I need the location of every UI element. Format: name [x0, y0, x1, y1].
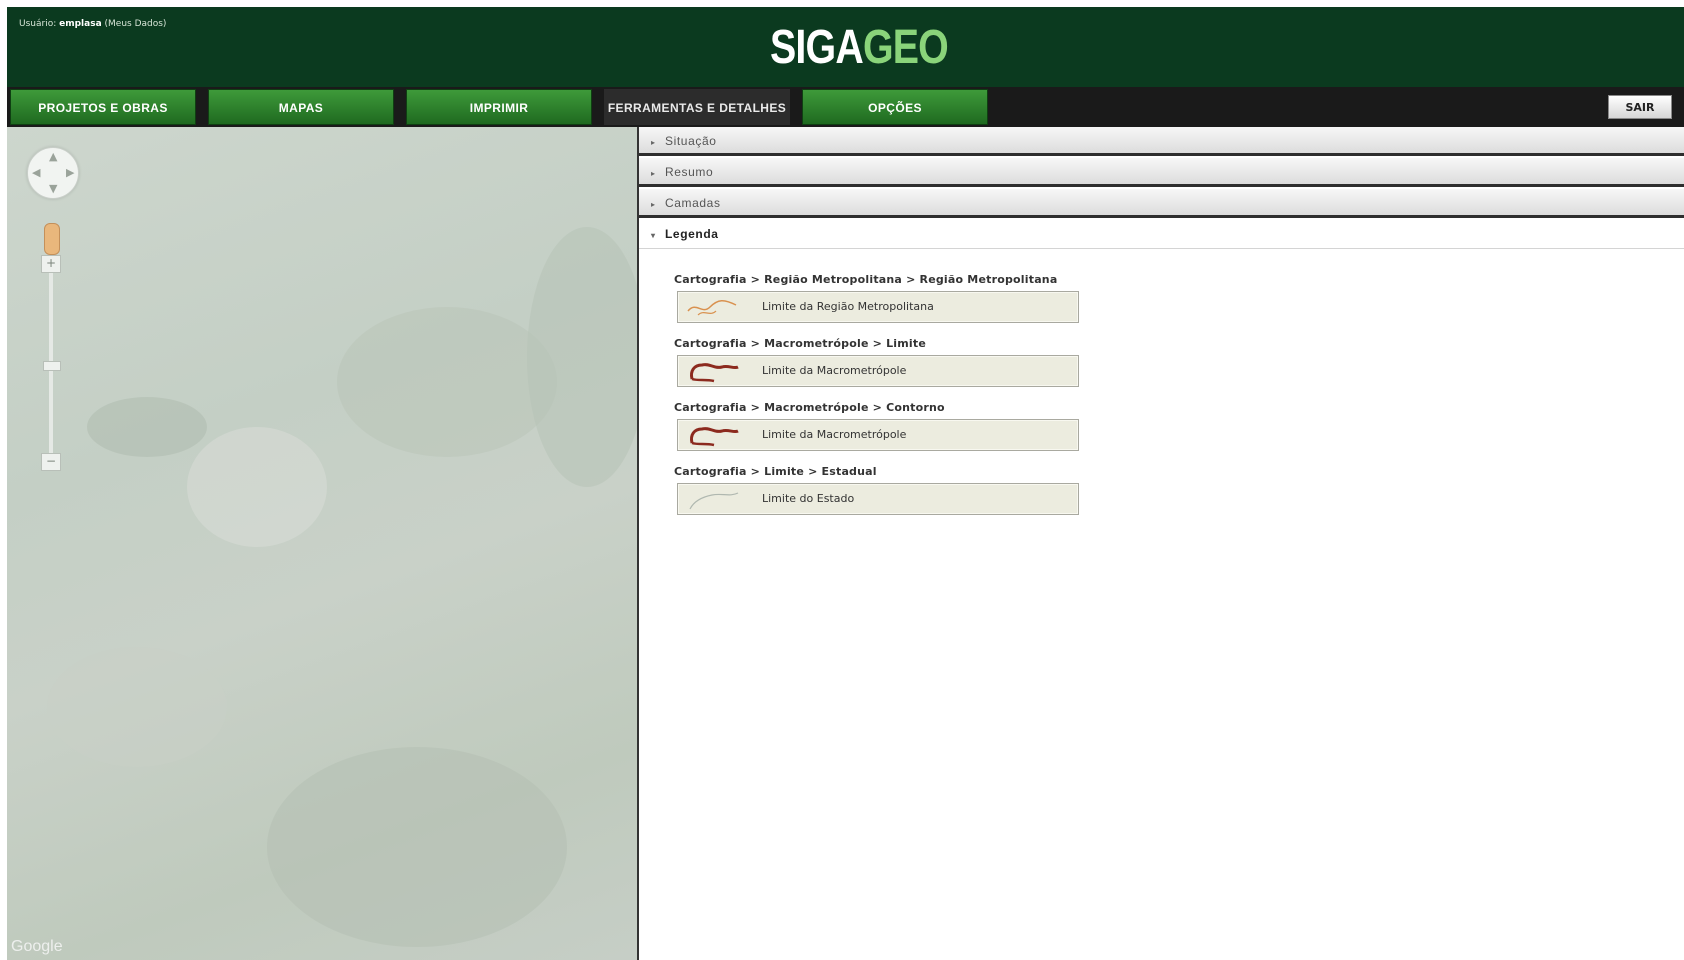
logo-part-geo: GEO	[862, 21, 949, 74]
map-view[interactable]: ▲ ▼ ◀ ▶ + − Google	[7, 127, 637, 960]
macro-contour-icon	[690, 427, 739, 447]
nav-imprimir[interactable]: IMPRIMIR	[406, 89, 592, 125]
section-legenda[interactable]: ▾ Legenda	[639, 220, 1684, 249]
section-label: Resumo	[665, 165, 714, 179]
legend-group-title: Cartografia > Macrometrópole > Contorno	[674, 401, 945, 414]
map-terrain-patch	[47, 647, 227, 767]
legend-label: Limite da Macrometrópole	[762, 428, 907, 441]
nav-projetos-obras[interactable]: PROJETOS E OBRAS	[10, 89, 196, 125]
nav-opcoes[interactable]: OPÇÕES	[802, 89, 988, 125]
section-situacao[interactable]: ▸ Situação	[639, 127, 1684, 156]
legend-item[interactable]: Limite da Macrometrópole	[677, 419, 1079, 451]
user-name: emplasa	[59, 19, 102, 29]
pan-down-icon[interactable]: ▼	[49, 182, 57, 195]
zoom-out-button[interactable]: −	[41, 453, 61, 471]
pan-left-icon[interactable]: ◀	[32, 166, 40, 179]
zoom-slider-track[interactable]	[49, 263, 53, 453]
section-camadas[interactable]: ▸ Camadas	[639, 189, 1684, 218]
metro-limit-icon	[687, 300, 737, 316]
main-nav: PROJETOS E OBRAS MAPAS IMPRIMIR FERRAMEN…	[7, 87, 1684, 127]
legend-group-title: Cartografia > Região Metropolitana > Reg…	[674, 273, 1058, 286]
legend-item[interactable]: Limite da Região Metropolitana	[677, 291, 1079, 323]
user-info: Usuário: emplasa (Meus Dados)	[19, 19, 166, 29]
legend-label: Limite da Macrometrópole	[762, 364, 907, 377]
legend-item[interactable]: Limite da Macrometrópole	[677, 355, 1079, 387]
window-edge	[0, 0, 7, 960]
zoom-slider-handle[interactable]	[43, 361, 61, 371]
macro-limit-icon	[690, 363, 739, 383]
map-terrain-patch	[267, 747, 567, 947]
section-resumo[interactable]: ▸ Resumo	[639, 158, 1684, 187]
map-terrain-patch	[527, 227, 637, 487]
logo-part-siga: SIGA	[770, 21, 864, 74]
collapsed-arrow-icon: ▸	[651, 200, 656, 209]
pan-up-icon[interactable]: ▲	[49, 150, 57, 163]
app-header: Usuário: emplasa (Meus Dados) SIGAGEO	[7, 7, 1684, 87]
details-panel: ▸ Situação ▸ Resumo ▸ Camadas ▾ Legenda Cart…	[637, 127, 1684, 960]
map-urban-patch	[187, 427, 327, 547]
expanded-arrow-icon: ▾	[651, 231, 656, 240]
legend-item[interactable]: Limite do Estado	[677, 483, 1079, 515]
nav-mapas[interactable]: MAPAS	[208, 89, 394, 125]
legend-label: Limite da Região Metropolitana	[762, 300, 934, 313]
google-logo: Google	[11, 938, 63, 955]
pan-right-icon[interactable]: ▶	[66, 166, 74, 179]
legend-group-title: Cartografia > Macrometrópole > Limite	[674, 337, 927, 350]
map-terrain-patch	[337, 307, 557, 457]
exit-button[interactable]: SAIR	[1608, 95, 1672, 119]
collapsed-arrow-icon: ▸	[651, 169, 656, 178]
map-terrain-patch	[87, 397, 207, 457]
pan-control[interactable]: ▲ ▼ ◀ ▶	[27, 147, 79, 199]
legend-label: Limite do Estado	[762, 492, 855, 505]
user-label: Usuário:	[19, 19, 57, 29]
section-label: Legenda	[665, 227, 719, 241]
section-label: Camadas	[665, 196, 721, 210]
app-frame: Usuário: emplasa (Meus Dados) SIGAGEO PR…	[0, 0, 1684, 960]
section-label: Situação	[665, 134, 717, 148]
sigageo-logo: SIGAGEO	[770, 21, 949, 75]
nav-ferramentas-detalhes[interactable]: FERRAMENTAS E DETALHES	[604, 89, 790, 125]
legend-group-title: Cartografia > Limite > Estadual	[674, 465, 877, 478]
my-data-link[interactable]: (Meus Dados)	[105, 19, 167, 29]
collapsed-arrow-icon: ▸	[651, 138, 656, 147]
state-limit-icon	[689, 492, 739, 510]
pegman-icon[interactable]	[44, 223, 60, 255]
zoom-in-button[interactable]: +	[41, 255, 61, 273]
